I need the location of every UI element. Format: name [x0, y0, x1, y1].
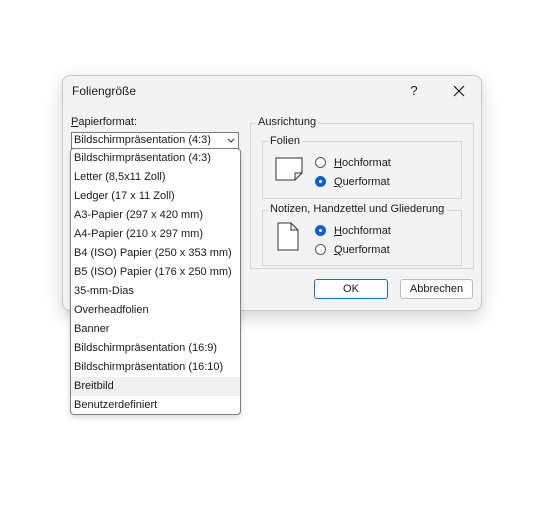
ok-button[interactable]: OK: [314, 279, 388, 299]
paper-size-select[interactable]: Bildschirmpräsentation (4:3): [71, 132, 239, 149]
dropdown-item[interactable]: B5 (ISO) Papier (176 x 250 mm): [71, 263, 240, 282]
close-button[interactable]: [445, 80, 473, 102]
landscape-page-icon: [275, 157, 303, 181]
portrait-page-icon: [277, 222, 299, 251]
notes-landscape-radio[interactable]: [315, 244, 326, 255]
orientation-group-title: Ausrichtung: [256, 116, 319, 128]
help-button[interactable]: ?: [400, 80, 428, 102]
dropdown-item[interactable]: Bildschirmpräsentation (16:9): [71, 339, 240, 358]
dropdown-item[interactable]: Benutzerdefiniert: [71, 396, 240, 414]
dropdown-item[interactable]: Overheadfolien: [71, 301, 240, 320]
slides-landscape-label: Querformat: [334, 176, 390, 188]
slides-portrait-radio[interactable]: [315, 157, 326, 168]
notes-landscape-label: Querformat: [334, 244, 390, 256]
dropdown-item[interactable]: B4 (ISO) Papier (250 x 353 mm): [71, 244, 240, 263]
slides-landscape-radio[interactable]: [315, 176, 326, 187]
dropdown-item[interactable]: Bildschirmpräsentation (4:3): [71, 149, 240, 168]
notes-portrait-label: Hochformat: [334, 225, 391, 237]
paper-size-dropdown-list: Bildschirmpräsentation (4:3) Letter (8,5…: [70, 148, 241, 415]
notes-group-title: Notizen, Handzettel und Gliederung: [268, 203, 447, 215]
dropdown-item[interactable]: 35-mm-Dias: [71, 282, 240, 301]
dropdown-item[interactable]: Banner: [71, 320, 240, 339]
paper-size-label: Papierformat:: [71, 116, 138, 128]
paper-size-value: Bildschirmpräsentation (4:3): [74, 134, 211, 146]
dropdown-item[interactable]: Bildschirmpräsentation (16:10): [71, 358, 240, 377]
notes-portrait-radio[interactable]: [315, 225, 326, 236]
dialog-title: Foliengröße: [72, 84, 137, 98]
dropdown-item[interactable]: Ledger (17 x 11 Zoll): [71, 187, 240, 206]
chevron-down-icon: [227, 138, 235, 143]
slides-portrait-label: Hochformat: [334, 157, 391, 169]
dropdown-item[interactable]: A3-Papier (297 x 420 mm): [71, 206, 240, 225]
close-icon: [453, 85, 465, 97]
slides-group-title: Folien: [268, 135, 302, 147]
dropdown-item[interactable]: A4-Papier (210 x 297 mm): [71, 225, 240, 244]
cancel-button[interactable]: Abbrechen: [400, 279, 473, 299]
dropdown-item[interactable]: Breitbild: [71, 377, 240, 396]
dropdown-item[interactable]: Letter (8,5x11 Zoll): [71, 168, 240, 187]
